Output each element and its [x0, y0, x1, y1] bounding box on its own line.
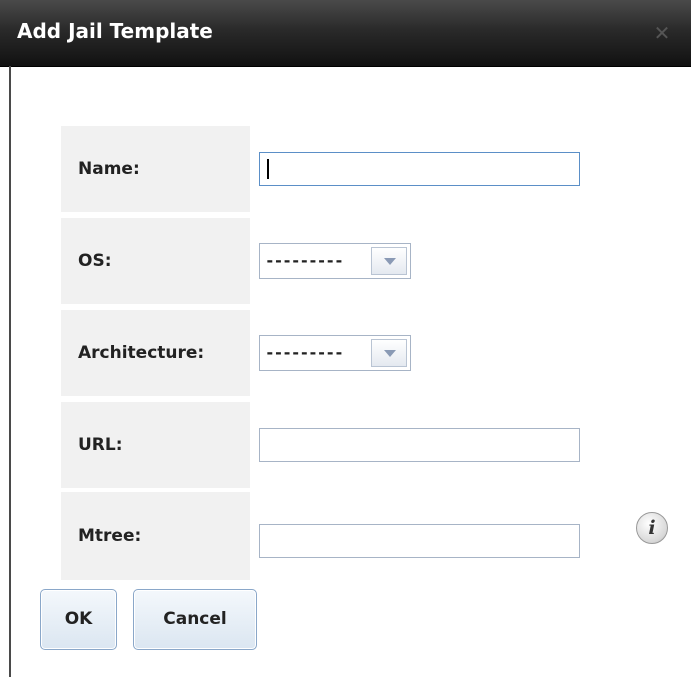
chevron-down-icon[interactable]	[371, 247, 407, 275]
url-input[interactable]	[259, 428, 580, 462]
label-cell-name: Name:	[61, 126, 250, 212]
label-cell-architecture: Architecture:	[61, 310, 250, 396]
label-cell-os: OS:	[61, 218, 250, 304]
form-row-architecture: Architecture: ---------	[61, 310, 661, 396]
cancel-button[interactable]: Cancel	[133, 589, 257, 650]
architecture-label: Architecture:	[78, 343, 205, 363]
os-select[interactable]: ---------	[259, 243, 411, 279]
label-cell-mtree: Mtree:	[61, 492, 250, 580]
mtree-input[interactable]	[259, 524, 580, 559]
add-jail-template-dialog: Add Jail Template ✕ Name: OS: ---------	[0, 0, 691, 677]
mtree-label: Mtree:	[78, 526, 142, 546]
close-icon[interactable]: ✕	[653, 23, 671, 43]
form-row-os: OS: ---------	[61, 218, 661, 304]
dialog-left-border	[9, 66, 11, 677]
form-row-url: URL:	[61, 402, 661, 488]
url-label: URL:	[78, 435, 123, 455]
name-label: Name:	[78, 159, 140, 179]
os-label: OS:	[78, 251, 112, 271]
form-row-mtree: Mtree:	[61, 492, 661, 580]
text-caret	[267, 159, 269, 179]
architecture-select[interactable]: ---------	[259, 335, 411, 371]
name-input[interactable]	[259, 152, 580, 186]
dialog-title: Add Jail Template	[17, 19, 213, 43]
label-cell-url: URL:	[61, 402, 250, 488]
chevron-down-icon[interactable]	[371, 339, 407, 367]
os-select-value: ---------	[265, 251, 344, 270]
ok-button[interactable]: OK	[40, 589, 117, 650]
dialog-titlebar[interactable]: Add Jail Template ✕	[0, 0, 691, 67]
architecture-select-value: ---------	[265, 343, 344, 362]
info-icon[interactable]: i	[636, 512, 668, 544]
form-row-name: Name:	[61, 126, 661, 212]
